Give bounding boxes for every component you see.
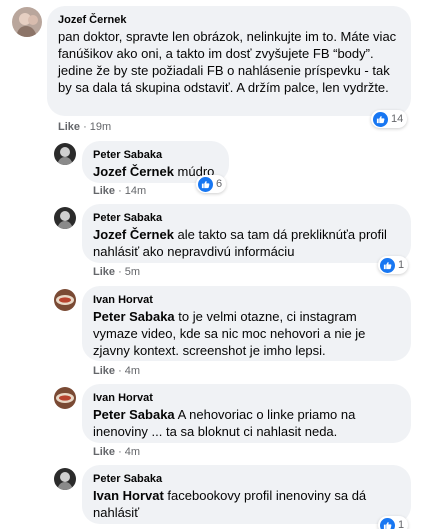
timestamp[interactable]: 5m bbox=[125, 266, 140, 278]
comment-author[interactable]: Peter Sabaka bbox=[93, 211, 400, 225]
comment-actions: Like · 4m bbox=[93, 446, 141, 458]
avatar[interactable] bbox=[54, 207, 76, 229]
comment-bubble: Peter Sabaka Jozef Černek ale takto sa t… bbox=[82, 204, 411, 263]
avatar[interactable] bbox=[54, 143, 76, 165]
comment-bubble: Jozef Černek pan doktor, spravte len obr… bbox=[47, 6, 411, 116]
timestamp[interactable]: 19m bbox=[90, 121, 111, 133]
like-link[interactable]: Like bbox=[93, 185, 115, 197]
mention-link[interactable]: Peter Sabaka bbox=[93, 309, 175, 324]
like-link[interactable]: Like bbox=[93, 266, 115, 278]
comment-author[interactable]: Jozef Černek bbox=[58, 13, 400, 27]
comment-author[interactable]: Ivan Horvat bbox=[93, 293, 400, 307]
thumbs-up-icon bbox=[380, 517, 395, 529]
comment-actions: Like · 14m bbox=[93, 185, 147, 197]
mention-link[interactable]: Peter Sabaka bbox=[93, 407, 175, 422]
reaction-number: 6 bbox=[216, 178, 223, 190]
reaction-count[interactable]: 1 bbox=[378, 256, 409, 274]
like-link[interactable]: Like bbox=[93, 446, 115, 458]
reaction-count[interactable]: 14 bbox=[371, 110, 408, 128]
avatar[interactable] bbox=[54, 387, 76, 409]
avatar[interactable] bbox=[12, 7, 42, 37]
comment-actions: Like · 5m bbox=[93, 266, 141, 278]
timestamp[interactable]: 4m bbox=[125, 365, 140, 377]
like-link[interactable]: Like bbox=[58, 121, 80, 133]
mention-link[interactable]: Jozef Černek bbox=[93, 164, 174, 179]
comment-text: pan doktor, spravte len obrázok, nelinku… bbox=[58, 29, 397, 95]
timestamp[interactable]: 14m bbox=[125, 185, 146, 197]
thumbs-up-icon bbox=[380, 257, 395, 273]
thumbs-up-icon bbox=[373, 111, 388, 127]
reaction-number: 14 bbox=[391, 113, 404, 125]
comment-actions: Like · 4m bbox=[93, 365, 141, 377]
reaction-count[interactable]: 1 bbox=[378, 516, 409, 529]
comment-author[interactable]: Peter Sabaka bbox=[93, 148, 218, 162]
reaction-number: 1 bbox=[398, 259, 405, 271]
reaction-count[interactable]: 6 bbox=[196, 175, 227, 193]
avatar[interactable] bbox=[54, 289, 76, 311]
comment-bubble: Ivan Horvat Peter Sabaka A nehovoriac o … bbox=[82, 384, 411, 443]
comment-author[interactable]: Peter Sabaka bbox=[93, 472, 400, 486]
like-link[interactable]: Like bbox=[93, 365, 115, 377]
mention-link[interactable]: Jozef Černek bbox=[93, 227, 174, 242]
timestamp[interactable]: 4m bbox=[125, 446, 140, 458]
comment-author[interactable]: Ivan Horvat bbox=[93, 391, 400, 405]
reaction-number: 1 bbox=[398, 519, 405, 529]
avatar[interactable] bbox=[54, 468, 76, 490]
thumbs-up-icon bbox=[198, 176, 213, 192]
comment-actions: Like · 19m bbox=[58, 121, 112, 133]
comment-bubble: Peter Sabaka Ivan Horvat facebookovy pro… bbox=[82, 465, 411, 524]
comment-bubble: Ivan Horvat Peter Sabaka to je velmi ota… bbox=[82, 286, 411, 361]
mention-link[interactable]: Ivan Horvat bbox=[93, 488, 164, 503]
